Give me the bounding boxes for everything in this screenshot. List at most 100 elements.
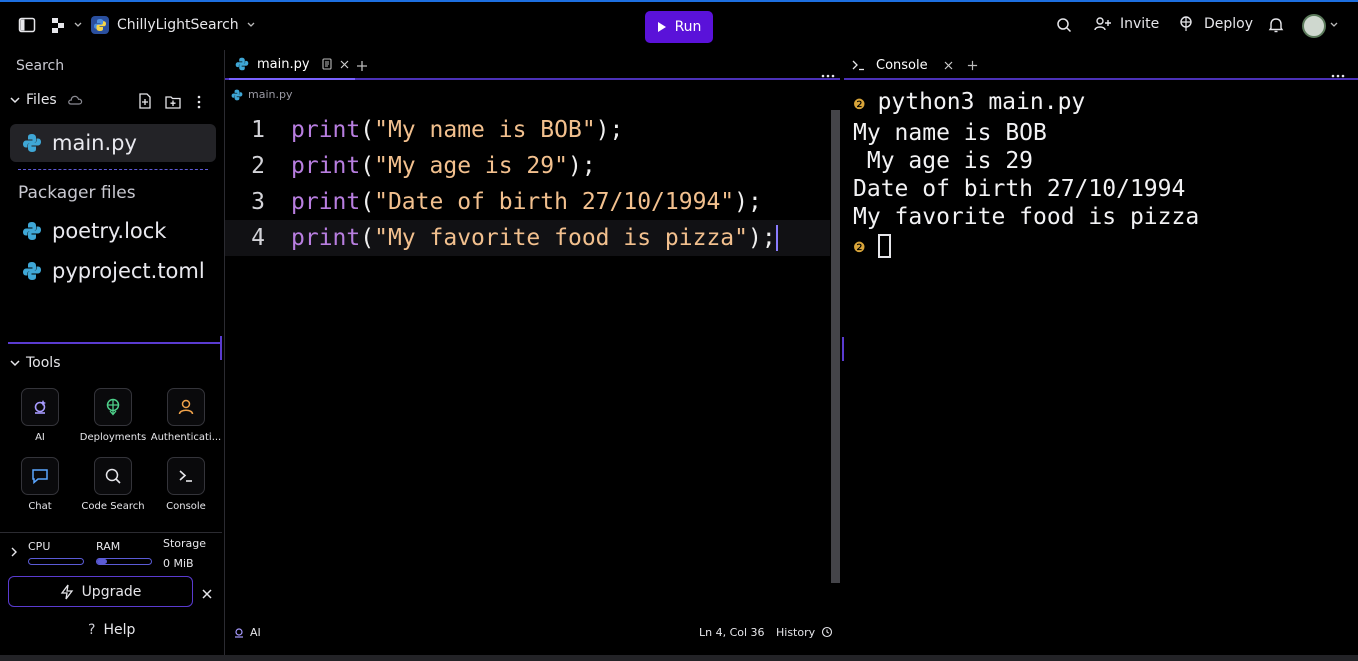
ai-status-label: AI xyxy=(250,626,261,639)
tool-ai[interactable]: AI xyxy=(3,388,77,443)
tab-console[interactable]: Console xyxy=(852,50,978,80)
tools-label: Tools xyxy=(26,355,61,371)
tool-label: Authenticati... xyxy=(150,432,222,443)
code-line-current[interactable]: 4 print("My favorite food is pizza"); xyxy=(225,220,830,256)
code-line[interactable]: 1 print("My name is BOB"); xyxy=(225,112,830,148)
code-close: ); xyxy=(734,189,762,215)
upgrade-label: Upgrade xyxy=(81,583,142,600)
code-line[interactable]: 3 print("Date of birth 27/10/1994"); xyxy=(225,184,830,220)
ram-bar xyxy=(96,558,152,565)
resource-usage[interactable]: CPU RAM Storage 0 MiB xyxy=(0,532,222,574)
sidebar: Search Files main.py Packager files poet… xyxy=(0,50,224,661)
editor-tab-bar: main.py xyxy=(225,50,841,80)
terminal-icon xyxy=(167,457,205,495)
help-button[interactable]: ? Help xyxy=(88,622,135,638)
project-name: ChillyLightSearch xyxy=(117,17,239,33)
chevron-down-icon xyxy=(247,22,255,27)
tab-main-py[interactable]: main.py xyxy=(229,50,355,80)
tool-label: Console xyxy=(166,501,206,512)
console-output[interactable]: ❷ python3 main.py My name is BOB My age is… xyxy=(853,88,1199,262)
code-close: ); xyxy=(747,225,776,251)
tools-header[interactable]: Tools xyxy=(10,355,61,371)
close-icon[interactable] xyxy=(201,585,213,604)
new-file-icon[interactable] xyxy=(138,93,152,113)
tool-deployments[interactable]: Deployments xyxy=(76,388,150,443)
workspace-menu-icon[interactable] xyxy=(50,16,82,34)
code-string: "My age is 29" xyxy=(374,153,568,179)
terminal-icon xyxy=(852,60,864,71)
top-bar: ChillyLightSearch Run Invite Deploy xyxy=(0,2,1358,50)
tool-chat[interactable]: Chat xyxy=(3,457,77,512)
document-icon[interactable] xyxy=(322,58,332,70)
history-icon xyxy=(822,626,833,638)
line-number: 2 xyxy=(251,153,265,179)
divider xyxy=(18,169,208,170)
more-options-icon[interactable] xyxy=(196,94,202,113)
close-icon[interactable] xyxy=(340,60,349,69)
history-button[interactable]: History xyxy=(776,626,833,639)
python-file-icon xyxy=(231,89,243,100)
console-output-line: My name is BOB xyxy=(853,120,1047,146)
console-pane: Console ❷ python3 main.py My name is BOB M… xyxy=(844,50,1358,661)
line-number: 3 xyxy=(251,189,265,215)
ai-icon xyxy=(21,388,59,426)
pane-resize-handle[interactable] xyxy=(8,342,222,344)
add-tab-icon[interactable] xyxy=(356,57,368,76)
file-name: pyproject.toml xyxy=(52,259,205,283)
tool-code-search[interactable]: Code Search xyxy=(76,457,150,512)
project-selector[interactable]: ChillyLightSearch xyxy=(91,16,255,34)
tool-console[interactable]: Console xyxy=(149,457,223,512)
code-paren: ( xyxy=(360,225,375,251)
cursor-position[interactable]: Ln 4, Col 36 xyxy=(699,626,765,639)
files-header[interactable]: Files xyxy=(10,92,83,108)
new-folder-icon[interactable] xyxy=(165,94,181,113)
avatar[interactable] xyxy=(1302,14,1326,38)
code-function: print xyxy=(291,189,361,215)
breadcrumb[interactable]: main.py xyxy=(231,88,292,101)
code-string: "My name is BOB" xyxy=(374,117,596,143)
editor-scrollbar[interactable] xyxy=(831,110,840,583)
more-options-icon[interactable] xyxy=(821,63,835,82)
terminal-cursor xyxy=(877,233,891,258)
run-button[interactable]: Run xyxy=(645,11,713,43)
user-icon xyxy=(167,388,205,426)
files-label: Files xyxy=(26,92,57,108)
python-file-icon xyxy=(235,57,249,71)
search-icon[interactable] xyxy=(1056,17,1072,33)
tool-label: Chat xyxy=(28,501,52,512)
line-number: 4 xyxy=(251,225,265,251)
deployments-icon xyxy=(94,388,132,426)
ai-icon xyxy=(235,628,243,638)
console-input-line[interactable]: ❷ xyxy=(853,231,1199,262)
cloud-icon xyxy=(67,95,82,105)
bell-icon[interactable] xyxy=(1268,16,1284,34)
add-tab-icon[interactable] xyxy=(967,60,978,71)
invite-button[interactable]: Invite xyxy=(1094,16,1159,32)
console-command: python3 main.py xyxy=(877,89,1086,115)
code-line[interactable]: 2 print("My age is 29"); xyxy=(225,148,830,184)
file-item-main-py[interactable]: main.py xyxy=(10,124,216,162)
avatar-chevron-icon[interactable] xyxy=(1330,22,1338,28)
close-icon[interactable] xyxy=(944,61,953,70)
chevron-down-icon xyxy=(10,97,20,104)
file-item-pyproject-toml[interactable]: pyproject.toml xyxy=(10,252,216,290)
text-cursor xyxy=(775,225,778,251)
cpu-label: CPU xyxy=(28,540,51,553)
more-options-icon[interactable] xyxy=(1331,63,1345,82)
chevron-right-icon xyxy=(11,547,17,557)
prompt-icon: ❷ xyxy=(853,240,866,256)
storage-label: Storage xyxy=(163,537,207,550)
code-function: print xyxy=(291,225,361,251)
ai-status-button[interactable]: AI xyxy=(233,626,261,639)
code-editor[interactable]: 1 print("My name is BOB"); 2 print("My a… xyxy=(225,112,830,256)
sidebar-search[interactable]: Search xyxy=(16,58,64,74)
file-item-poetry-lock[interactable]: poetry.lock xyxy=(10,212,216,250)
editor-status-bar: AI Ln 4, Col 36 History xyxy=(225,620,841,646)
run-label: Run xyxy=(674,19,702,35)
upgrade-button[interactable]: Upgrade xyxy=(8,576,193,607)
tool-authentication[interactable]: Authenticati... xyxy=(149,388,223,443)
code-paren: ( xyxy=(360,189,375,215)
sidebar-toggle-icon[interactable] xyxy=(18,16,36,34)
line-number: 1 xyxy=(251,117,265,143)
deploy-button[interactable]: Deploy xyxy=(1178,16,1253,32)
